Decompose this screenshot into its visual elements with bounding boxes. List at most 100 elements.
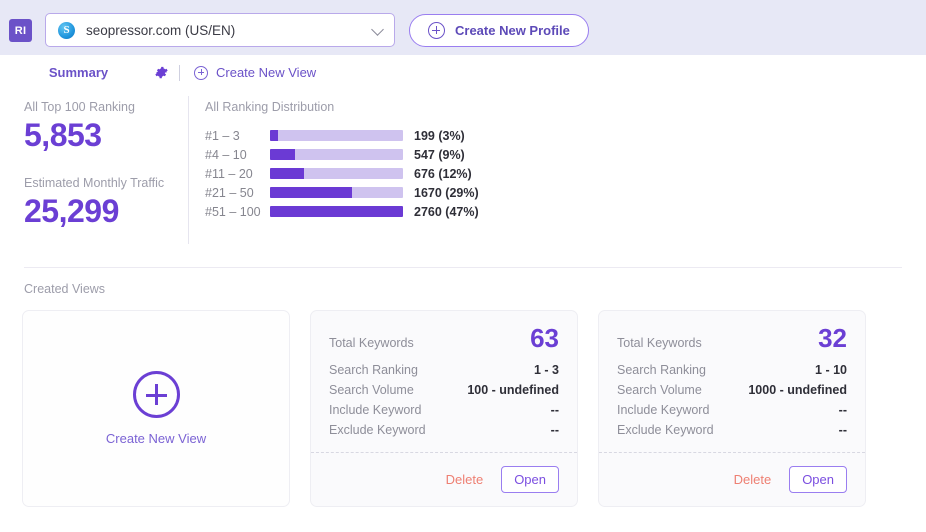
profile-selector-value: seopressor.com (US/EN) [86, 22, 236, 38]
tab-summary[interactable]: Summary [10, 55, 147, 90]
chevron-down-icon[interactable] [372, 24, 384, 36]
view-card-actions: Delete Open [617, 453, 847, 506]
section-divider [24, 267, 902, 268]
chart-bar-fill [270, 206, 403, 217]
create-new-profile-button[interactable]: Create New Profile [409, 14, 589, 47]
chart-value-label: 676 (12%) [414, 166, 472, 181]
card-spacer [617, 443, 847, 452]
create-new-profile-label: Create New Profile [455, 23, 570, 38]
chart-bar-track [270, 187, 403, 198]
view-card-meta-label: Exclude Keyword [617, 423, 714, 437]
total-keywords-label: Total Keywords [329, 336, 414, 350]
view-card-meta-row: Exclude Keyword -- [329, 423, 559, 443]
view-card-meta-value: -- [550, 423, 559, 437]
total-keywords-value: 63 [530, 323, 559, 353]
view-card-meta-label: Exclude Keyword [329, 423, 426, 437]
open-view-button[interactable]: Open [501, 466, 559, 493]
app-logo: RI [9, 19, 32, 42]
plus-circle-icon [428, 22, 445, 39]
stat-label-top100: All Top 100 Ranking [24, 100, 135, 114]
plus-circle-icon [194, 65, 208, 80]
chart-bar-fill [270, 130, 279, 141]
tab-bar: Summary Create New View [0, 55, 926, 90]
total-keywords-row: Total Keywords 32 [617, 325, 847, 351]
view-card-meta-value: 1 - 10 [815, 363, 847, 377]
chart-row: #21 – 50 1670 (29%) [205, 183, 625, 202]
view-card-meta-value: -- [838, 423, 847, 437]
chart-category-label: #1 – 3 [205, 128, 240, 143]
created-views-list: Create New View Total Keywords 63 Search R… [22, 310, 866, 507]
chart-bar-fill [270, 149, 296, 160]
create-new-view-link[interactable]: Create New View [194, 65, 316, 80]
chart-row: #4 – 10 547 (9%) [205, 145, 625, 164]
tab-tools: Create New View [150, 55, 316, 90]
chart-category-label: #11 – 20 [205, 166, 253, 181]
create-new-view-card-label: Create New View [105, 431, 207, 446]
chart-bar-fill [270, 187, 353, 198]
summary-stats: All Top 100 Ranking 5,853 Estimated Mont… [24, 100, 179, 230]
chart-bar-fill [270, 168, 304, 179]
open-view-button[interactable]: Open [789, 466, 847, 493]
chart-bar-track [270, 149, 403, 160]
card-spacer [329, 443, 559, 452]
chart-value-label: 199 (3%) [414, 128, 465, 143]
summary-panel: All Top 100 Ranking 5,853 Estimated Mont… [0, 90, 926, 532]
top-header-bar: RI seopressor.com (US/EN) Create New Pro… [0, 0, 926, 55]
seopressor-globe-icon [58, 21, 75, 39]
view-card-meta-row: Search Volume 100 - undefined [329, 383, 559, 403]
view-card-meta-value: 100 - undefined [467, 383, 559, 397]
view-card-meta-row: Include Keyword -- [617, 403, 847, 423]
chart-title: All Ranking Distribution [205, 100, 335, 114]
view-card-meta-row: Search Ranking 1 - 3 [329, 363, 559, 383]
view-card-meta-label: Search Ranking [617, 363, 706, 377]
chart-category-label: #21 – 50 [205, 185, 254, 200]
view-card-meta-label: Include Keyword [329, 403, 422, 417]
stat-label-traffic: Estimated Monthly Traffic [24, 175, 165, 190]
delete-view-button[interactable]: Delete [442, 470, 488, 489]
gear-icon[interactable] [155, 66, 168, 79]
stat-value-traffic: 25,299 [24, 192, 119, 229]
view-card: Total Keywords 32 Search Ranking 1 - 10 Sear… [598, 310, 866, 507]
stat-spacer [24, 154, 179, 176]
chart-rows: #1 – 3 199 (3%) #4 – 10 547 (9%) #11 – 20 676… [205, 126, 625, 221]
view-card-actions: Delete Open [329, 453, 559, 506]
view-card-meta-row: Search Volume 1000 - undefined [617, 383, 847, 403]
view-card-meta-value: 1 - 3 [533, 363, 559, 377]
view-card-meta-label: Search Ranking [329, 363, 418, 377]
view-card-meta-value: 1000 - undefined [748, 383, 847, 397]
total-keywords-value: 32 [818, 323, 847, 353]
chart-row: #11 – 20 676 (12%) [205, 164, 625, 183]
vertical-divider [188, 96, 189, 244]
view-card: Total Keywords 63 Search Ranking 1 - 3 Searc… [310, 310, 578, 507]
total-keywords-label: Total Keywords [617, 336, 702, 350]
profile-selector[interactable]: seopressor.com (US/EN) [45, 13, 395, 47]
chart-category-label: #51 – 100 [205, 204, 261, 219]
view-card-meta-row: Exclude Keyword -- [617, 423, 847, 443]
plus-circle-icon [132, 371, 180, 418]
chart-value-label: 1670 (29%) [414, 185, 479, 200]
view-card-meta-label: Search Volume [617, 383, 702, 397]
chart-row: #51 – 100 2760 (47%) [205, 202, 625, 221]
stat-value-top100: 5,853 [24, 117, 102, 153]
view-card-meta-value: -- [838, 403, 847, 417]
create-new-view-label: Create New View [216, 65, 317, 80]
chart-bar-track [270, 130, 403, 141]
view-card-meta-value: -- [550, 403, 559, 417]
created-views-title: Created Views [24, 282, 106, 296]
view-card-meta-row: Search Ranking 1 - 10 [617, 363, 847, 383]
view-card-meta-label: Include Keyword [617, 403, 710, 417]
chart-bar-track [270, 168, 403, 179]
chart-bar-track [270, 206, 403, 217]
chart-value-label: 2760 (47%) [414, 204, 479, 219]
view-card-meta-label: Search Volume [329, 383, 414, 397]
chart-row: #1 – 3 199 (3%) [205, 126, 625, 145]
chart-value-label: 547 (9%) [414, 147, 465, 162]
ranking-distribution-chart: All Ranking Distribution #1 – 3 199 (3%) #… [205, 100, 625, 221]
view-card-meta-row: Include Keyword -- [329, 403, 559, 423]
create-new-view-card[interactable]: Create New View [22, 310, 290, 507]
view-cards-container: Total Keywords 63 Search Ranking 1 - 3 Searc… [310, 310, 866, 507]
chart-category-label: #4 – 10 [205, 147, 247, 162]
delete-view-button[interactable]: Delete [730, 470, 776, 489]
total-keywords-row: Total Keywords 63 [329, 325, 559, 351]
toolbar-divider [179, 64, 180, 81]
